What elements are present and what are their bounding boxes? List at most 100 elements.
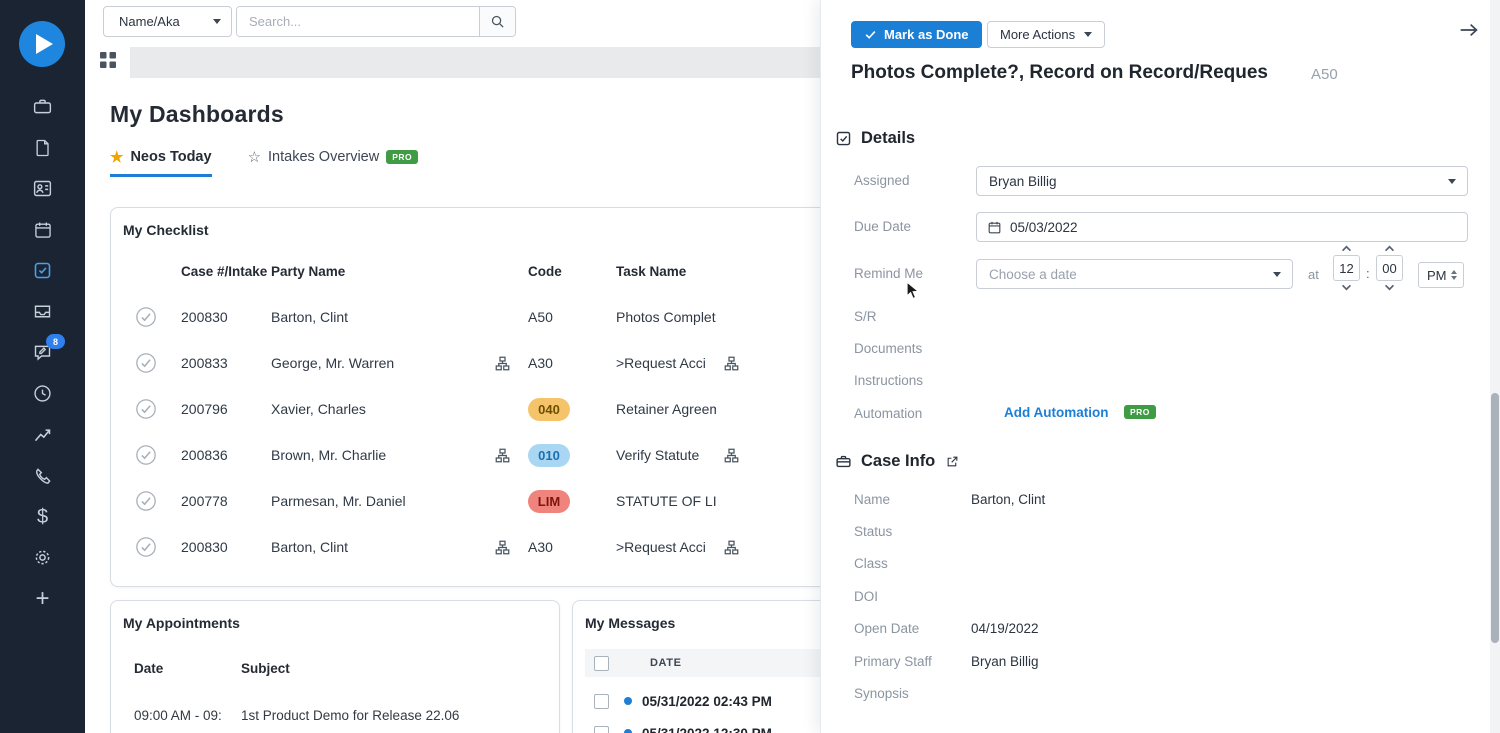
my-appointments-card: My Appointments Date Subject 09:00 AM - … bbox=[110, 600, 560, 733]
sidebar-nav: 8 $ + bbox=[0, 86, 85, 619]
sidebar-item-settings[interactable] bbox=[0, 537, 85, 578]
automation-label: Automation bbox=[854, 406, 922, 421]
page-title: My Dashboards bbox=[110, 101, 284, 128]
search-group bbox=[236, 6, 516, 37]
sidebar-item-documents[interactable] bbox=[0, 127, 85, 168]
mark-as-done-button[interactable]: Mark as Done bbox=[851, 21, 982, 48]
sidebar-item-messages[interactable]: 8 bbox=[0, 332, 85, 373]
check-icon bbox=[864, 28, 877, 41]
open-case-button[interactable] bbox=[946, 455, 959, 468]
minute-value[interactable]: 00 bbox=[1376, 255, 1403, 281]
case-number: 200778 bbox=[181, 493, 271, 509]
billing-icon: $ bbox=[37, 507, 48, 527]
complete-check-icon[interactable] bbox=[135, 536, 157, 558]
search-input[interactable] bbox=[237, 7, 479, 36]
sidebar-item-calls[interactable] bbox=[0, 455, 85, 496]
case-info-row: Synopsis bbox=[821, 677, 1500, 709]
chart-icon bbox=[32, 424, 53, 445]
remind-date-select[interactable]: Choose a date bbox=[976, 259, 1293, 289]
section-title: Case Info bbox=[861, 452, 935, 471]
chevron-down-icon[interactable] bbox=[1384, 284, 1395, 291]
hierarchy-icon[interactable] bbox=[495, 356, 510, 371]
sidebar-item-calendar[interactable] bbox=[0, 209, 85, 250]
chevron-up-icon[interactable] bbox=[1384, 245, 1395, 252]
star-filled-icon: ★ bbox=[110, 150, 123, 165]
case-info-label: Name bbox=[821, 492, 971, 507]
appointments-body: 09:00 AM - 09:1st Product Demo for Relea… bbox=[111, 701, 559, 729]
complete-check-icon[interactable] bbox=[135, 398, 157, 420]
sidebar-item-inbox[interactable] bbox=[0, 291, 85, 332]
case-number: 200836 bbox=[181, 447, 271, 463]
scrollbar-thumb[interactable] bbox=[1491, 393, 1499, 643]
chevron-down-icon[interactable] bbox=[1341, 284, 1352, 291]
code-badge: LIM bbox=[528, 490, 570, 513]
sidebar-item-billing[interactable]: $ bbox=[0, 496, 85, 537]
spinner-arrows-icon bbox=[1451, 270, 1457, 280]
due-date-input[interactable]: 05/03/2022 bbox=[976, 212, 1468, 242]
ampm-value: PM bbox=[1427, 268, 1447, 283]
tab-neos-today[interactable]: ★ Neos Today bbox=[110, 149, 212, 177]
collapse-panel-button[interactable] bbox=[1459, 22, 1479, 38]
case-info-label: DOI bbox=[821, 589, 971, 604]
message-date: 05/31/2022 02:43 PM bbox=[642, 694, 772, 709]
sidebar-item-add[interactable]: + bbox=[0, 578, 85, 619]
sidebar-item-cases[interactable] bbox=[0, 86, 85, 127]
contacts-icon bbox=[32, 178, 53, 199]
column-header: Task Name bbox=[604, 264, 716, 279]
due-date-value: 05/03/2022 bbox=[1010, 220, 1078, 235]
sidebar-item-tasks[interactable] bbox=[0, 250, 85, 291]
case-info-row: NameBarton, Clint bbox=[821, 483, 1500, 515]
app-logo[interactable] bbox=[19, 21, 65, 67]
appointment-subject: 1st Product Demo for Release 22.06 bbox=[241, 708, 559, 723]
ampm-select[interactable]: PM bbox=[1418, 262, 1464, 288]
hierarchy-icon[interactable] bbox=[724, 448, 739, 463]
mark-as-done-label: Mark as Done bbox=[884, 27, 969, 42]
sidebar-item-reports[interactable] bbox=[0, 414, 85, 455]
name-aka-dropdown[interactable]: Name/Aka bbox=[103, 6, 232, 37]
code-text: A30 bbox=[528, 355, 553, 371]
hierarchy-icon[interactable] bbox=[495, 540, 510, 555]
add-automation-link[interactable]: Add Automation bbox=[1004, 405, 1108, 420]
complete-check-icon[interactable] bbox=[135, 490, 157, 512]
party-name: Xavier, Charles bbox=[271, 401, 488, 417]
dashboard-grid-button[interactable] bbox=[100, 52, 116, 73]
select-all-checkbox[interactable] bbox=[594, 656, 609, 671]
remind-placeholder: Choose a date bbox=[989, 267, 1077, 282]
column-header: Code bbox=[516, 264, 604, 279]
task-detail-panel: Mark as Done More Actions Photos Complet… bbox=[820, 0, 1500, 733]
complete-check-icon[interactable] bbox=[135, 444, 157, 466]
star-outline-icon: ☆ bbox=[248, 150, 261, 165]
search-button[interactable] bbox=[479, 7, 515, 36]
code-text: A50 bbox=[528, 309, 553, 325]
complete-check-icon[interactable] bbox=[135, 352, 157, 374]
tab-label: Intakes Overview bbox=[268, 149, 379, 165]
tab-intakes-overview[interactable]: ☆ Intakes Overview PRO bbox=[248, 149, 419, 177]
sidebar-item-contacts[interactable] bbox=[0, 168, 85, 209]
minute-stepper: 00 bbox=[1376, 245, 1403, 291]
vertical-scrollbar[interactable] bbox=[1490, 0, 1500, 733]
briefcase-icon bbox=[32, 96, 53, 117]
search-icon bbox=[490, 14, 505, 29]
calendar-icon bbox=[33, 220, 53, 240]
assigned-select[interactable]: Bryan Billig bbox=[976, 166, 1468, 196]
appointments-header: Date Subject bbox=[111, 661, 559, 676]
sidebar-item-time[interactable] bbox=[0, 373, 85, 414]
appointment-row[interactable]: 09:00 AM - 09:1st Product Demo for Relea… bbox=[111, 701, 559, 729]
chevron-up-icon[interactable] bbox=[1341, 245, 1352, 252]
complete-check-icon[interactable] bbox=[135, 306, 157, 328]
task-name: Photos Complete bbox=[604, 309, 716, 325]
case-info-row: Primary StaffBryan Billig bbox=[821, 645, 1500, 677]
case-info-value: 04/19/2022 bbox=[971, 621, 1039, 636]
message-checkbox[interactable] bbox=[594, 694, 609, 709]
hierarchy-icon[interactable] bbox=[724, 356, 739, 371]
task-title: Photos Complete?, Record on Record/Reque… bbox=[851, 62, 1276, 84]
unread-dot bbox=[624, 729, 632, 733]
hierarchy-icon[interactable] bbox=[724, 540, 739, 555]
hour-value[interactable]: 12 bbox=[1333, 255, 1360, 281]
briefcase-icon bbox=[835, 453, 852, 470]
hierarchy-icon[interactable] bbox=[495, 448, 510, 463]
message-checkbox[interactable] bbox=[594, 726, 609, 733]
more-actions-button[interactable]: More Actions bbox=[987, 21, 1105, 48]
tasks-icon bbox=[32, 260, 53, 281]
hour-stepper: 12 bbox=[1333, 245, 1360, 291]
